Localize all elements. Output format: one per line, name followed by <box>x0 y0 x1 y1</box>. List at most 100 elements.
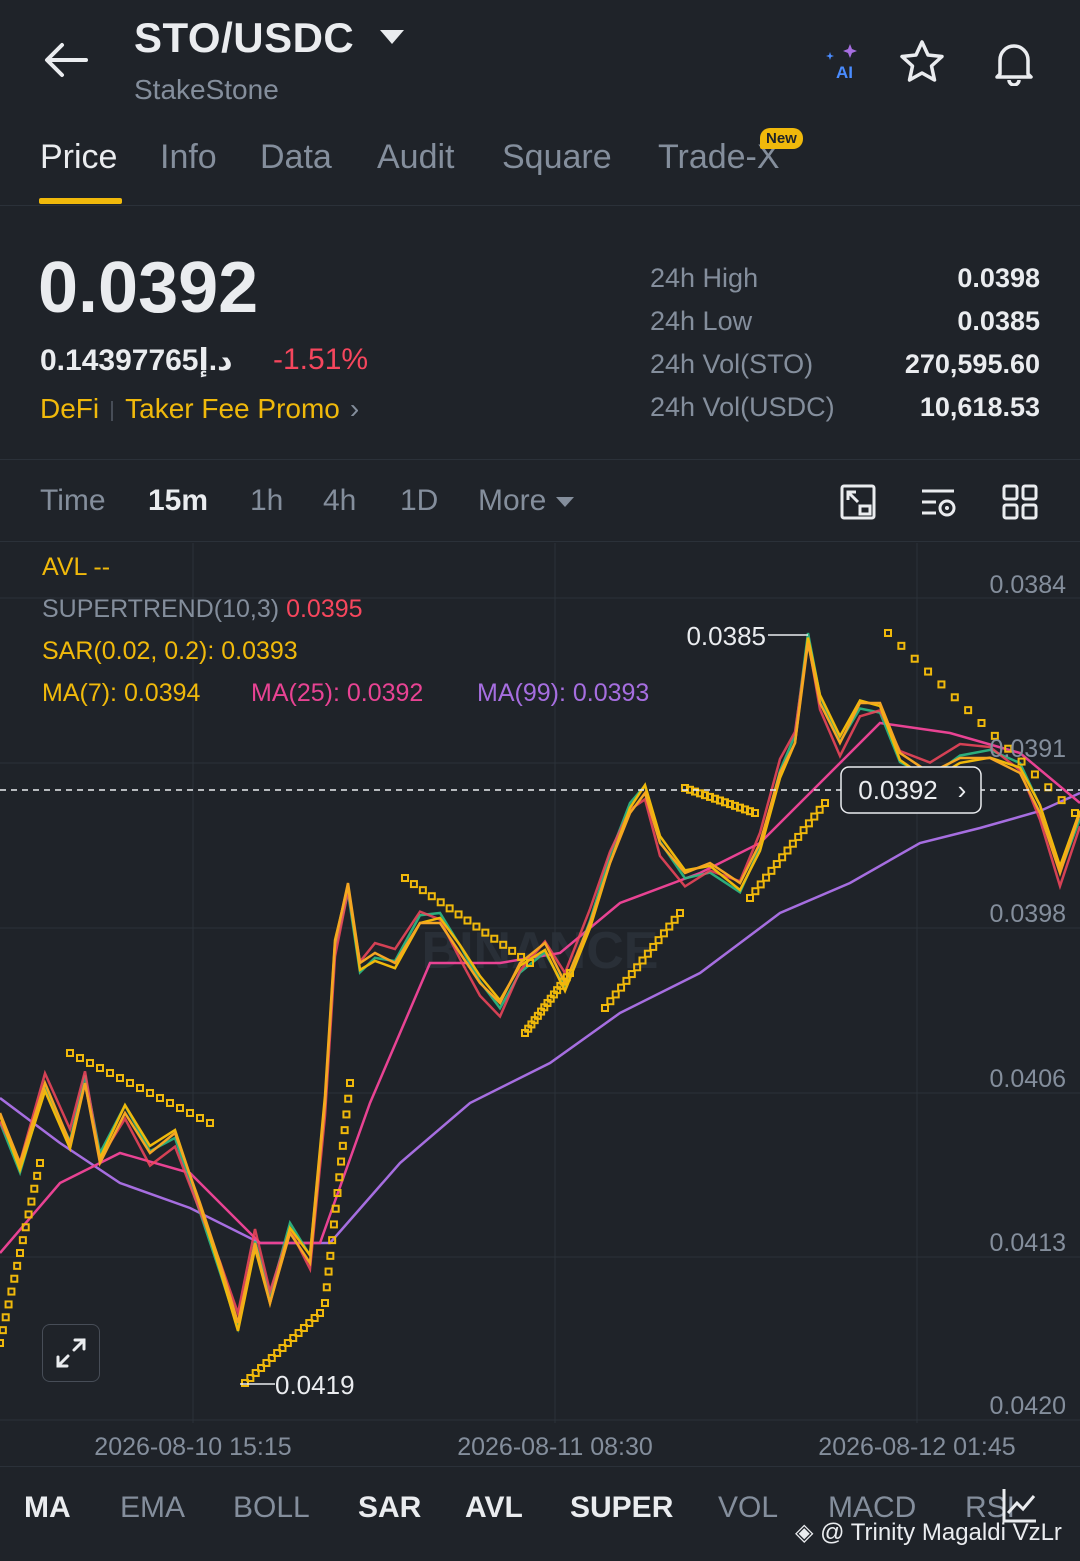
sar-dot <box>324 1267 333 1276</box>
stat-value-vol-sto: 270,595.60 <box>904 349 1040 379</box>
sar-dot <box>16 1249 24 1257</box>
chart-mode-button[interactable] <box>836 480 880 524</box>
favorite-button[interactable] <box>894 34 950 90</box>
tab-price[interactable]: Price <box>40 138 117 177</box>
sar-dot <box>783 846 792 855</box>
back-button[interactable] <box>40 38 90 82</box>
indicator-tab-sar[interactable]: SAR <box>358 1491 421 1525</box>
indicator-tab-boll[interactable]: BOLL <box>233 1491 310 1525</box>
interval-1d[interactable]: 1D <box>400 484 438 518</box>
interval-1h[interactable]: 1h <box>250 484 283 518</box>
tab-square[interactable]: Square <box>502 138 612 177</box>
notification-button[interactable] <box>986 34 1042 90</box>
expand-icon <box>56 1338 86 1368</box>
sar-dot <box>126 1079 134 1087</box>
sar-dot <box>196 1114 204 1122</box>
sar-dot <box>86 1059 94 1067</box>
indicator-tab-vol[interactable]: VOL <box>718 1491 778 1525</box>
sar-dot <box>7 1287 16 1296</box>
sar-dot <box>427 892 436 901</box>
new-badge: New <box>760 128 803 149</box>
indicator-tab-ma[interactable]: MA <box>24 1491 71 1525</box>
expand-chart-button[interactable] <box>42 1324 100 1382</box>
sar-dot <box>340 1126 349 1135</box>
credit-watermark: ◈ @ Trinity Magaldi VzLr <box>795 1518 1062 1547</box>
sar-dot <box>116 1074 124 1082</box>
interval-more[interactable]: More <box>478 484 575 518</box>
fullscreen-chart-icon <box>840 484 876 520</box>
sar-dot <box>136 1084 144 1092</box>
sar-dot <box>670 915 679 924</box>
chevron-down-icon <box>556 497 575 508</box>
sar-dot <box>186 1109 194 1117</box>
sar-dot <box>463 916 472 925</box>
sar-dot <box>30 1184 39 1193</box>
indicator-sar: SAR(0.02, 0.2): 0.0393 <box>42 637 298 665</box>
indicator-tab-avl[interactable]: AVL <box>465 1491 523 1525</box>
bell-icon <box>995 44 1033 86</box>
sar-dot <box>176 1104 184 1112</box>
sar-dot <box>331 1204 340 1213</box>
sar-dot <box>342 1110 351 1119</box>
sar-dot <box>924 667 933 676</box>
sar-dot <box>751 887 760 896</box>
indicator-ma25: MA(25): 0.0392 <box>251 679 424 707</box>
last-price: 0.0392 <box>38 248 259 328</box>
sar-dot <box>0 1339 4 1347</box>
sar-dot <box>665 922 674 931</box>
low-marker-label: 0.0419 <box>275 1370 355 1400</box>
ai-button[interactable]: AI <box>812 34 868 90</box>
interval-more-label: More <box>478 484 547 517</box>
indicator-tab-ema[interactable]: EMA <box>120 1491 185 1525</box>
y-tick-label: 0.0413 <box>990 1229 1066 1257</box>
interval-4h[interactable]: 4h <box>323 484 356 518</box>
sar-dot <box>409 880 418 889</box>
sar-dot <box>401 874 409 882</box>
sar-dot <box>950 693 959 702</box>
sar-dot <box>762 873 771 882</box>
sar-dot <box>778 853 787 862</box>
interval-15m[interactable]: 15m <box>148 484 208 518</box>
indicator-settings-button[interactable] <box>916 480 960 524</box>
sar-dot <box>821 799 829 807</box>
stat-value-high: 0.0398 <box>957 263 1040 293</box>
stat-label-low: 24h Low <box>650 306 753 336</box>
current-price-label: 0.0392 <box>858 775 938 805</box>
sar-dot <box>756 880 765 889</box>
sar-dot <box>322 1283 331 1292</box>
price-chart[interactable]: BINANCE 0.0384 0.0391 0.0398 0.0406 0.0413 0.… <box>0 543 1080 1465</box>
tab-info[interactable]: Info <box>160 138 217 177</box>
sar-dot <box>799 826 808 835</box>
ma7-line <box>0 637 1080 1332</box>
tab-data[interactable]: Data <box>260 138 332 177</box>
tag-row[interactable]: DeFi Taker Fee Promo › <box>40 393 359 425</box>
x-tick-label: 2026-08-10 15:15 <box>94 1433 291 1461</box>
price-summary: 0.0392 0.14397765د.إ -1.51% DeFi Taker Fe… <box>0 207 1080 460</box>
sar-dot <box>106 1069 114 1077</box>
sar-dot <box>316 1309 324 1317</box>
sar-dot <box>156 1094 164 1102</box>
supertrend-label: SUPERTREND(10,3) <box>42 595 280 623</box>
sar-dot <box>676 909 684 917</box>
chevron-right-icon: › <box>349 393 360 424</box>
stat-value-vol-usdc: 10,618.53 <box>919 392 1040 422</box>
sar-dot <box>33 1171 42 1180</box>
pair-title[interactable]: STO/USDC <box>134 14 354 62</box>
stat-label-vol-sto: 24h Vol(STO) <box>650 349 814 379</box>
indicator-ma7: MA(7): 0.0394 <box>42 679 201 707</box>
y-tick-label: 0.0391 <box>990 735 1066 763</box>
sar-dot <box>344 1094 353 1103</box>
tag-defi[interactable]: DeFi <box>40 393 99 424</box>
interval-time[interactable]: Time <box>40 484 106 518</box>
sar-dot <box>601 1004 609 1012</box>
tab-audit[interactable]: Audit <box>377 138 455 177</box>
layout-button[interactable] <box>998 480 1042 524</box>
indicator-tab-super[interactable]: SUPER <box>570 1491 673 1525</box>
chevron-down-icon[interactable] <box>380 30 404 44</box>
sar-dot <box>910 654 919 663</box>
tag-promo[interactable]: Taker Fee Promo <box>125 393 340 424</box>
stat-value-low: 0.0385 <box>957 306 1040 336</box>
pair-subtitle: StakeStone <box>134 74 279 105</box>
sar-dot <box>804 819 813 828</box>
sar-dot <box>937 680 946 689</box>
